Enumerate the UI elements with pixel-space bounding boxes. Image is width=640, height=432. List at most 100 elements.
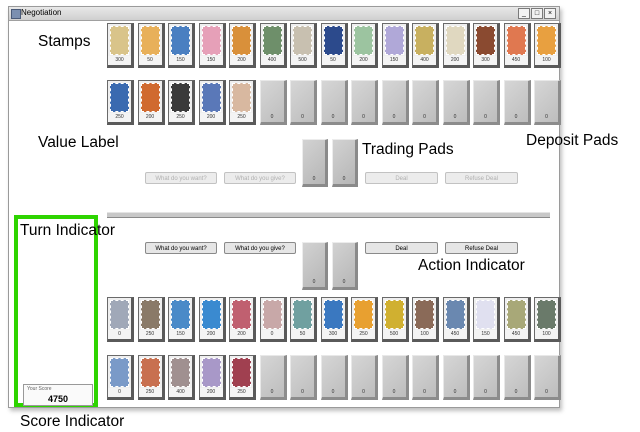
player-trading-pad[interactable]: 0 — [302, 242, 328, 290]
opponent-deposit-pad[interactable]: 0 — [473, 80, 500, 125]
opponent-trading-pad[interactable]: 0 — [332, 139, 358, 187]
callout-value-label: Value Label — [38, 134, 119, 151]
maximize-button[interactable]: □ — [531, 8, 543, 19]
stamp-value-label: 150 — [169, 56, 192, 65]
stamp-value-label: 400 — [260, 56, 284, 65]
stamp-artwork — [323, 26, 343, 55]
stamp-value-label: 500 — [382, 330, 406, 339]
stamp-value-label: 200 — [199, 330, 223, 339]
opponent-stamp[interactable]: 50 — [137, 23, 165, 68]
stamp-artwork — [415, 26, 434, 55]
opponent-stamp[interactable]: 400 — [412, 23, 439, 68]
player-trading-pad[interactable]: 0 — [332, 242, 358, 290]
player-deposit-pad[interactable]: 0 — [534, 355, 561, 400]
opponent-stamp[interactable]: 450 — [503, 23, 531, 68]
opponent-deposit-pad[interactable]: 0 — [503, 80, 531, 125]
opponent-stamp[interactable]: 150 — [168, 23, 195, 68]
opponent-deposit-pad[interactable]: 0 — [534, 80, 561, 125]
opponent-stamp[interactable]: 200 — [198, 80, 226, 125]
player-deposit-pad[interactable]: 0 — [290, 355, 317, 400]
opponent-stamp[interactable]: 200 — [442, 23, 470, 68]
stamp-value-label: 0 — [108, 330, 131, 339]
stamp-artwork — [506, 300, 526, 329]
opponent-stamp[interactable]: 500 — [290, 23, 317, 68]
opponent-stamp[interactable]: 250 — [168, 80, 195, 125]
player-stamp[interactable]: 50 — [290, 297, 317, 342]
player-stamp[interactable]: 150 — [473, 297, 500, 342]
stamp-artwork — [293, 26, 312, 55]
player-stamp[interactable]: 200 — [198, 297, 226, 342]
refuse-deal-button[interactable]: Refuse Deal — [445, 242, 518, 254]
opponent-stamp[interactable]: 250 — [229, 80, 256, 125]
player-stamp[interactable]: 500 — [381, 297, 409, 342]
player-stamp[interactable]: 0 — [107, 297, 134, 342]
close-button[interactable]: × — [544, 8, 556, 19]
player-stamp[interactable]: 200 — [229, 297, 256, 342]
player-deposit-pad[interactable]: 0 — [259, 355, 287, 400]
opponent-stamp[interactable]: 200 — [351, 23, 378, 68]
opponent-deposit-pad[interactable]: 0 — [259, 80, 287, 125]
opponent-stamp[interactable]: 400 — [259, 23, 287, 68]
player-deposit-pad[interactable]: 0 — [320, 355, 348, 400]
player-deposit-pad[interactable]: 0 — [351, 355, 378, 400]
opponent-trading-pad[interactable]: 0 — [302, 139, 328, 187]
minimize-button[interactable]: _ — [518, 8, 530, 19]
player-stamp[interactable]: 200 — [198, 355, 226, 400]
player-stamp[interactable]: 450 — [503, 297, 531, 342]
opponent-stamp[interactable]: 300 — [107, 23, 134, 68]
what-do-you-want-button[interactable]: What do you want? — [145, 242, 217, 254]
opponent-deposit-pad[interactable]: 0 — [442, 80, 470, 125]
player-deposit-pad[interactable]: 0 — [503, 355, 531, 400]
player-stamp[interactable]: 150 — [168, 297, 195, 342]
player-stamp[interactable]: 450 — [442, 297, 470, 342]
deposit-pad-value: 0 — [484, 389, 487, 395]
opponent-deposit-pad[interactable]: 0 — [290, 80, 317, 125]
stamp-value-label: 250 — [138, 330, 162, 339]
player-stamp[interactable]: 250 — [351, 297, 378, 342]
stamp-artwork — [110, 83, 129, 112]
stamp-artwork — [323, 300, 343, 329]
stamp-value-label: 250 — [230, 113, 253, 122]
opponent-want-button: What do you want? — [145, 172, 217, 184]
score-value: 4750 — [47, 394, 69, 404]
stamp-artwork — [354, 26, 373, 55]
player-deposit-pad[interactable]: 0 — [473, 355, 500, 400]
player-stamp[interactable]: 300 — [320, 297, 348, 342]
stamp-artwork — [201, 26, 221, 55]
opponent-stamp[interactable]: 200 — [229, 23, 256, 68]
opponent-deposit-pad[interactable]: 0 — [381, 80, 409, 125]
opponent-stamp[interactable]: 200 — [137, 80, 165, 125]
player-stamp-row-2: 0 250 400 200 250 0 0 0 0 0 0 0 0 0 0 — [107, 355, 561, 400]
player-deposit-pad[interactable]: 0 — [381, 355, 409, 400]
opponent-deposit-pad[interactable]: 0 — [412, 80, 439, 125]
player-stamp[interactable]: 100 — [412, 297, 439, 342]
opponent-stamp[interactable]: 100 — [534, 23, 561, 68]
callout-score-indicator: Score Indicator — [20, 413, 125, 430]
stamp-value-label: 100 — [535, 56, 558, 65]
opponent-stamp[interactable]: 300 — [473, 23, 500, 68]
player-stamp[interactable]: 0 — [107, 355, 134, 400]
player-stamp[interactable]: 250 — [137, 297, 165, 342]
stamp-artwork — [140, 83, 160, 112]
player-deposit-pad[interactable]: 0 — [412, 355, 439, 400]
stamp-artwork — [232, 26, 251, 55]
player-deposit-pad[interactable]: 0 — [442, 355, 470, 400]
opponent-stamp[interactable]: 150 — [381, 23, 409, 68]
player-stamp[interactable]: 0 — [259, 297, 287, 342]
what-do-you-give-button[interactable]: What do you give? — [224, 242, 296, 254]
trade-pad-value: 0 — [342, 176, 346, 182]
board-divider — [107, 212, 550, 218]
opponent-deposit-pad[interactable]: 0 — [351, 80, 378, 125]
player-stamp[interactable]: 100 — [534, 297, 561, 342]
opponent-stamp[interactable]: 150 — [198, 23, 226, 68]
opponent-stamp[interactable]: 250 — [107, 80, 134, 125]
stamp-value-label: 0 — [108, 388, 131, 397]
player-stamp[interactable]: 250 — [137, 355, 165, 400]
player-stamp[interactable]: 250 — [229, 355, 256, 400]
opponent-deposit-pad[interactable]: 0 — [320, 80, 348, 125]
deposit-pad-value: 0 — [331, 114, 335, 120]
window-title: Negotiation — [21, 8, 62, 17]
opponent-stamp[interactable]: 50 — [320, 23, 348, 68]
player-stamp[interactable]: 400 — [168, 355, 195, 400]
deal-button[interactable]: Deal — [365, 242, 438, 254]
